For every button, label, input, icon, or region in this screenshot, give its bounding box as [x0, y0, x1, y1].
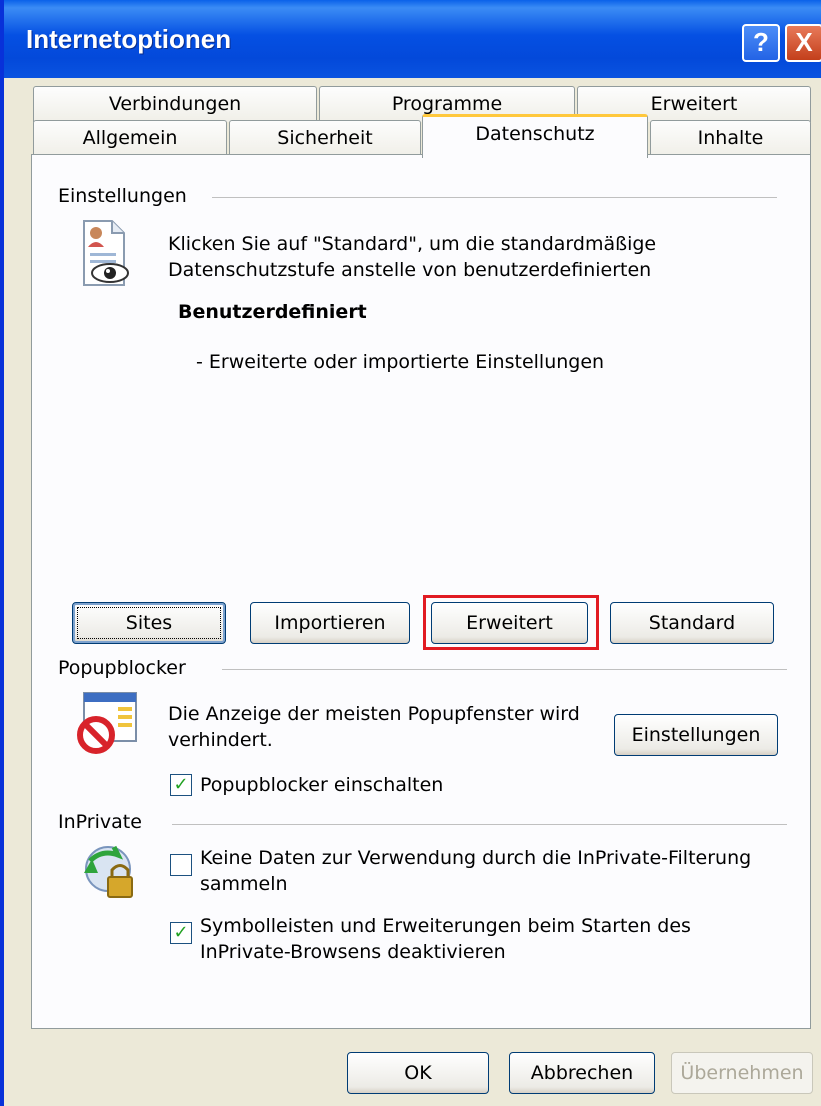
- inprivate-toolbars-checkbox[interactable]: ✓: [170, 922, 192, 944]
- privacy-document-icon: [80, 219, 132, 289]
- advanced-button-highlight: [423, 595, 599, 650]
- tab-datenschutz[interactable]: Datenschutz: [422, 114, 648, 158]
- tab-sicherheit[interactable]: Sicherheit: [229, 120, 421, 156]
- popup-divider: [222, 669, 787, 670]
- inprivate-group-label: InPrivate: [58, 811, 142, 833]
- popup-blocker-icon: [76, 691, 140, 755]
- inprivate-filter-label-line1: Keine Daten zur Verwendung durch die InP…: [200, 847, 752, 869]
- privacy-panel: Einstellungen Klicken Sie auf "Standard"…: [31, 154, 811, 1029]
- privacy-level-name: Benutzerdefiniert: [178, 301, 367, 323]
- inprivate-toolbars-label-line1: Symbolleisten und Erweiterungen beim Sta…: [200, 915, 691, 937]
- cancel-button-label: Abbrechen: [530, 1062, 634, 1084]
- settings-divider: [212, 197, 777, 198]
- tab-allgemein[interactable]: Allgemein: [33, 120, 227, 156]
- tab-inhalte[interactable]: Inhalte: [650, 120, 811, 156]
- window-title: Internetoptionen: [26, 24, 232, 54]
- ok-button-label: OK: [404, 1062, 432, 1084]
- popup-group-label: Popupblocker: [58, 657, 186, 679]
- import-button[interactable]: Importieren: [250, 602, 410, 644]
- close-button[interactable]: X: [785, 24, 821, 62]
- apply-button-label: Übernehmen: [680, 1062, 804, 1084]
- ok-button[interactable]: OK: [347, 1052, 489, 1094]
- settings-description: Klicken Sie auf "Standard", um die stand…: [168, 231, 656, 283]
- sites-button[interactable]: Sites: [72, 602, 226, 644]
- import-button-label: Importieren: [274, 612, 386, 634]
- popup-description-line1: Die Anzeige der meisten Popupfenster wir…: [168, 703, 580, 725]
- privacy-level-detail: - Erweiterte oder importierte Einstellun…: [196, 351, 605, 373]
- inprivate-divider: [172, 824, 787, 825]
- inprivate-toolbars-label-line2: InPrivate-Browsens deaktivieren: [200, 941, 506, 963]
- tab-verbindungen[interactable]: Verbindungen: [33, 86, 317, 122]
- popup-settings-button-label: Einstellungen: [631, 724, 761, 746]
- inprivate-filter-checkbox[interactable]: [170, 854, 192, 876]
- settings-description-line2: Datenschutzstufe anstelle von benutzerde…: [168, 259, 652, 281]
- inprivate-toolbars-label[interactable]: Symbolleisten und Erweiterungen beim Sta…: [200, 913, 691, 965]
- dialog-window: Internetoptionen ? X Verbindungen Progra…: [0, 0, 821, 1106]
- popup-blocker-checkbox[interactable]: ✓: [170, 774, 192, 796]
- help-button[interactable]: ?: [742, 24, 780, 62]
- inprivate-filter-label[interactable]: Keine Daten zur Verwendung durch die InP…: [200, 845, 751, 897]
- default-button-label: Standard: [648, 612, 736, 634]
- title-bar[interactable]: Internetoptionen ? X: [4, 0, 821, 78]
- popup-settings-button[interactable]: Einstellungen: [614, 714, 778, 756]
- popup-description-line2: verhindert.: [168, 729, 273, 751]
- popup-blocker-checkbox-label[interactable]: Popupblocker einschalten: [200, 774, 443, 796]
- inprivate-icon: [80, 843, 138, 903]
- sites-button-label: Sites: [125, 612, 173, 634]
- cancel-button[interactable]: Abbrechen: [509, 1052, 655, 1094]
- settings-description-line1: Klicken Sie auf "Standard", um die stand…: [168, 233, 657, 255]
- inprivate-filter-label-line2: sammeln: [200, 873, 288, 895]
- settings-group-label: Einstellungen: [58, 185, 187, 207]
- apply-button[interactable]: Übernehmen: [671, 1052, 813, 1094]
- default-button[interactable]: Standard: [610, 602, 774, 644]
- popup-description: Die Anzeige der meisten Popupfenster wir…: [168, 701, 580, 753]
